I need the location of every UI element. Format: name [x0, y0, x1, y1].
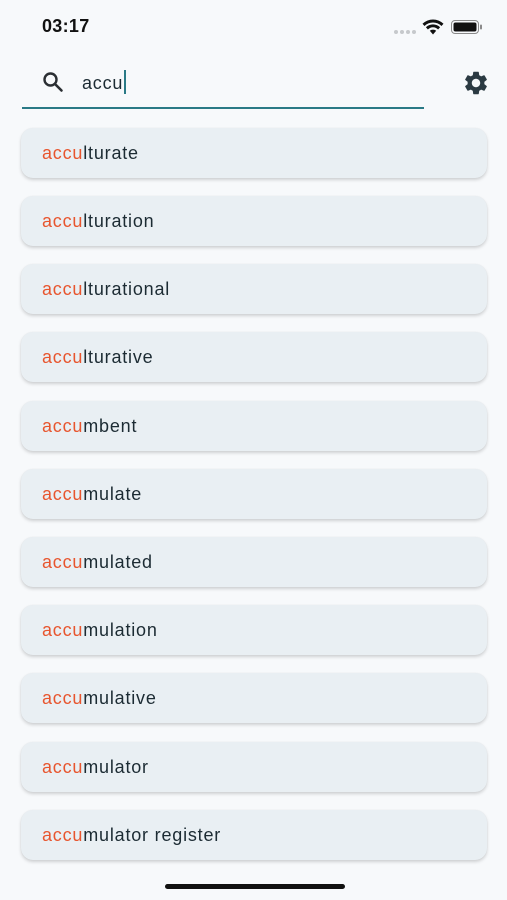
search-icon — [43, 72, 63, 92]
result-rest: mulator — [83, 757, 149, 777]
result-label: acculturation — [42, 210, 154, 232]
result-label: accumulate — [42, 483, 142, 505]
result-rest: mulator register — [83, 825, 222, 845]
text-caret — [124, 70, 127, 95]
result-rest: lturation — [83, 211, 155, 231]
search-input[interactable]: accu — [82, 70, 382, 96]
result-match: accu — [42, 347, 84, 367]
result-match: accu — [42, 484, 84, 504]
result-label: accumulator — [42, 756, 149, 778]
result-item[interactable]: accumulation — [21, 605, 487, 655]
result-item[interactable]: accumbent — [21, 401, 487, 451]
result-match: accu — [42, 143, 84, 163]
result-match: accu — [42, 825, 84, 845]
result-rest: mulate — [83, 484, 143, 504]
result-item[interactable]: accumulated — [21, 537, 487, 587]
home-indicator[interactable] — [165, 884, 345, 889]
result-rest: lturate — [83, 143, 139, 163]
result-rest: lturative — [83, 347, 154, 367]
result-label: accumulator register — [42, 824, 221, 846]
result-label: acculturate — [42, 142, 139, 164]
result-label: accumulation — [42, 619, 158, 641]
result-match: accu — [42, 620, 84, 640]
result-label: accumulative — [42, 687, 157, 709]
result-match: accu — [42, 211, 84, 231]
result-item[interactable]: accumulator register — [21, 810, 487, 860]
settings-gear-icon[interactable] — [462, 69, 490, 97]
result-rest: mulative — [83, 688, 157, 708]
result-match: accu — [42, 757, 84, 777]
result-label: acculturational — [42, 278, 170, 300]
result-item[interactable]: accumulate — [21, 469, 487, 519]
result-item[interactable]: acculturation — [21, 196, 487, 246]
signal-dots-icon — [394, 30, 416, 34]
result-item[interactable]: acculturate — [21, 128, 487, 178]
search-input-value: accu — [82, 73, 124, 93]
result-match: accu — [42, 279, 84, 299]
result-item[interactable]: acculturational — [21, 264, 487, 314]
status-time: 03:17 — [42, 16, 90, 36]
result-rest: mbent — [83, 416, 138, 436]
wifi-icon — [422, 19, 444, 35]
result-match: accu — [42, 688, 84, 708]
battery-icon — [451, 20, 482, 34]
result-match: accu — [42, 416, 84, 436]
result-label: accumulated — [42, 551, 153, 573]
result-item[interactable]: acculturative — [21, 332, 487, 382]
status-bar: 03:17 — [0, 0, 507, 52]
result-rest: mulation — [83, 620, 158, 640]
result-label: acculturative — [42, 346, 153, 368]
result-item[interactable]: accumulator — [21, 742, 487, 792]
result-match: accu — [42, 552, 84, 572]
result-label: accumbent — [42, 415, 137, 437]
search-bar[interactable]: accu — [22, 60, 424, 109]
result-rest: mulated — [83, 552, 153, 572]
result-item[interactable]: accumulative — [21, 673, 487, 723]
result-rest: lturational — [83, 279, 171, 299]
